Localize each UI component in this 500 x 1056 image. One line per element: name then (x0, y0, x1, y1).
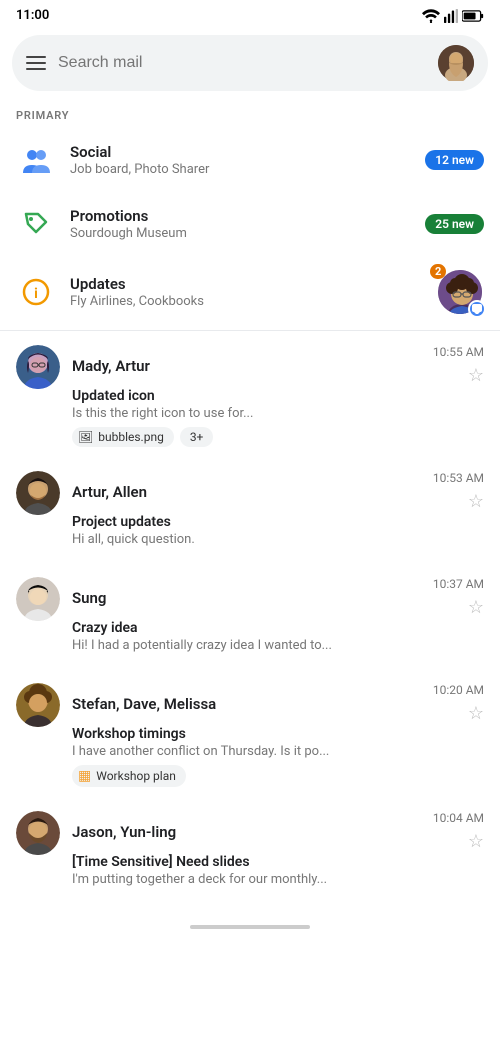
email-subject-1: Updated icon (72, 388, 484, 404)
email-avatar-3 (16, 577, 60, 621)
email-row-5[interactable]: Jason, Yun-ling 10:04 AM ☆ [Time Sensiti… (0, 799, 500, 905)
category-updates[interactable]: i Updates Fly Airlines, Cookbooks 2 (0, 256, 500, 328)
category-promotions-info: Promotions Sourdough Museum (70, 207, 411, 241)
signal-icon (444, 9, 458, 23)
email-content-5: Jason, Yun-ling 10:04 AM ☆ [Time Sensiti… (72, 811, 484, 893)
email-content-3: Sung 10:37 AM ☆ Crazy idea Hi! I had a p… (72, 577, 484, 659)
updates-svg: i (22, 278, 50, 306)
category-promotions-name: Promotions (70, 207, 411, 225)
email-preview-5: I'm putting together a deck for our mont… (72, 872, 484, 887)
category-social-info: Social Job board, Photo Sharer (70, 143, 411, 177)
email-time-1: 10:55 AM (433, 345, 484, 359)
social-badge: 12 new (425, 150, 484, 170)
email-header-4: Stefan, Dave, Melissa 10:20 AM ☆ (72, 683, 484, 724)
email-preview-1: Is this the right icon to use for... (72, 406, 484, 421)
star-icon-1[interactable]: ☆ (468, 365, 484, 386)
email-header-2: Artur, Allen 10:53 AM ☆ (72, 471, 484, 512)
status-time: 11:00 (16, 8, 49, 23)
email-subject-5: [Time Sensitive] Need slides (72, 854, 484, 870)
hamburger-icon[interactable] (26, 56, 46, 70)
home-indicator (190, 925, 310, 929)
updates-icon: i (16, 272, 56, 312)
email-sender-3: Sung (72, 589, 106, 607)
user-avatar[interactable] (438, 45, 474, 81)
image-icon: 🖼 (78, 430, 93, 444)
category-updates-sub: Fly Airlines, Cookbooks (70, 294, 422, 309)
email-sender-5: Jason, Yun-ling (72, 823, 176, 841)
doc-icon: ▦ (78, 768, 91, 784)
email-row-2[interactable]: Artur, Allen 10:53 AM ☆ Project updates … (0, 459, 500, 565)
message-overlay-icon (468, 300, 486, 318)
email-content-1: Mady, Artur 10:55 AM ☆ Updated icon Is t… (72, 345, 484, 447)
email-sender-1: Mady, Artur (72, 357, 150, 375)
category-promotions[interactable]: Promotions Sourdough Museum 25 new (0, 192, 500, 256)
email-right-1: 10:55 AM ☆ (425, 345, 484, 386)
email-time-3: 10:37 AM (433, 577, 484, 591)
social-icon (16, 140, 56, 180)
promo-icon (16, 204, 56, 244)
bottom-bar (0, 905, 500, 935)
email-content-4: Stefan, Dave, Melissa 10:20 AM ☆ Worksho… (72, 683, 484, 787)
promotions-badge: 25 new (425, 214, 484, 234)
email-attachments-1: 🖼 bubbles.png 3+ (72, 427, 484, 447)
email-sender-4: Stefan, Dave, Melissa (72, 695, 216, 713)
category-social[interactable]: Social Job board, Photo Sharer 12 new (0, 128, 500, 192)
email-preview-3: Hi! I had a potentially crazy idea I wan… (72, 638, 484, 653)
email-row-4[interactable]: Stefan, Dave, Melissa 10:20 AM ☆ Worksho… (0, 671, 500, 799)
star-icon-3[interactable]: ☆ (468, 597, 484, 618)
attachment-name-1: bubbles.png (98, 430, 164, 444)
email-content-2: Artur, Allen 10:53 AM ☆ Project updates … (72, 471, 484, 553)
email-subject-3: Crazy idea (72, 620, 484, 636)
social-svg (20, 146, 52, 174)
email-time-2: 10:53 AM (433, 471, 484, 485)
email-avatar-5 (16, 811, 60, 855)
email-header-5: Jason, Yun-ling 10:04 AM ☆ (72, 811, 484, 852)
divider-1 (0, 330, 500, 331)
status-icons (422, 9, 484, 23)
email-sender-2: Artur, Allen (72, 483, 147, 501)
status-bar: 11:00 (0, 0, 500, 27)
battery-icon (462, 10, 484, 22)
email-preview-2: Hi all, quick question. (72, 532, 484, 547)
email-attachments-4: ▦ Workshop plan (72, 765, 484, 787)
email-row-3[interactable]: Sung 10:37 AM ☆ Crazy idea Hi! I had a p… (0, 565, 500, 671)
attachment-name-4: Workshop plan (96, 769, 176, 783)
email-avatar-4 (16, 683, 60, 727)
email-subject-4: Workshop timings (72, 726, 484, 742)
category-updates-info: Updates Fly Airlines, Cookbooks (70, 275, 422, 309)
email-subject-2: Project updates (72, 514, 484, 530)
svg-text:i: i (34, 286, 38, 302)
star-icon-4[interactable]: ☆ (468, 703, 484, 724)
updates-badge-wrap: 2 (436, 268, 484, 316)
email-header-1: Mady, Artur 10:55 AM ☆ (72, 345, 484, 386)
category-promotions-sub: Sourdough Museum (70, 226, 411, 241)
category-social-name: Social (70, 143, 411, 161)
email-right-5: 10:04 AM ☆ (425, 811, 484, 852)
category-updates-name: Updates (70, 275, 422, 293)
email-avatar-2 (16, 471, 60, 515)
section-label: PRIMARY (0, 99, 500, 128)
category-social-sub: Job board, Photo Sharer (70, 162, 411, 177)
attachment-chip-1[interactable]: 🖼 bubbles.png (72, 427, 174, 447)
email-header-3: Sung 10:37 AM ☆ (72, 577, 484, 618)
email-right-3: 10:37 AM ☆ (425, 577, 484, 618)
search-input[interactable] (58, 54, 426, 72)
email-right-4: 10:20 AM ☆ (425, 683, 484, 724)
email-time-5: 10:04 AM (433, 811, 484, 825)
email-avatar-1 (16, 345, 60, 389)
star-icon-5[interactable]: ☆ (468, 831, 484, 852)
email-preview-4: I have another conflict on Thursday. Is … (72, 744, 484, 759)
attachment-chip-4[interactable]: ▦ Workshop plan (72, 765, 186, 787)
user-avatar-img (438, 45, 474, 81)
more-chip-1[interactable]: 3+ (180, 427, 214, 447)
email-right-2: 10:53 AM ☆ (425, 471, 484, 512)
star-icon-2[interactable]: ☆ (468, 491, 484, 512)
search-bar[interactable] (12, 35, 488, 91)
email-time-4: 10:20 AM (433, 683, 484, 697)
promo-svg (22, 210, 50, 238)
email-row-1[interactable]: Mady, Artur 10:55 AM ☆ Updated icon Is t… (0, 333, 500, 459)
wifi-icon (422, 9, 440, 23)
